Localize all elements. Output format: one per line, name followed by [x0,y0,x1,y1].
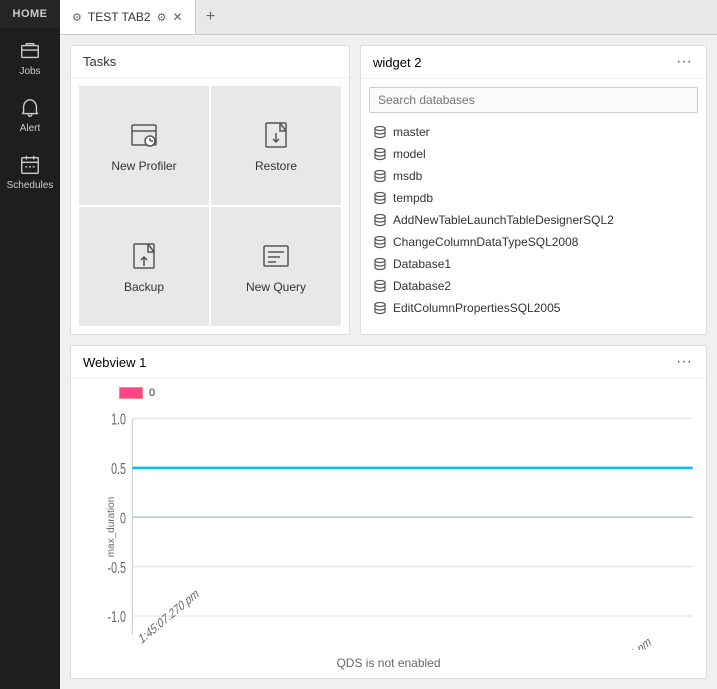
tab-close-button[interactable]: ✕ [172,10,182,24]
tasks-grid: New Profiler Restore [71,78,349,334]
webview-title: Webview 1 [83,355,146,370]
list-item[interactable]: AddNewTableLaunchTableDesignerSQL2 [365,209,702,231]
legend-label: 0 [149,387,155,399]
sidebar-item-jobs-label: Jobs [19,66,40,77]
webview-header-row: Webview 1 ··· [71,346,706,379]
chart-svg: 1.0 0.5 0 -0.5 -1.0 1:45:07.270 pm 1:45:… [79,403,698,650]
list-item[interactable]: master [365,121,702,143]
restore-icon [260,119,292,151]
sidebar-item-alert-label: Alert [20,123,41,134]
chart-container: 1.0 0.5 0 -0.5 -1.0 1:45:07.270 pm 1:45:… [79,403,698,650]
widget2-menu-button[interactable]: ··· [674,54,694,70]
svg-text:0.5: 0.5 [111,460,126,477]
db-name: EditColumnPropertiesSQL2005 [393,301,560,315]
database-icon [373,235,387,249]
task-new-query[interactable]: New Query [211,207,341,326]
task-new-query-label: New Query [246,280,306,294]
svg-text:1.0: 1.0 [111,411,126,428]
chart-area: 0 1.0 0.5 0 [71,379,706,650]
search-databases-input[interactable] [369,87,698,113]
list-item[interactable]: Database2 [365,275,702,297]
add-tab-button[interactable]: + [196,0,226,34]
db-name: master [393,125,430,139]
svg-text:-1.0: -1.0 [108,608,126,625]
database-list: master model msdb [361,121,706,334]
db-name: msdb [393,169,422,183]
db-name: Database2 [393,279,451,293]
sidebar-item-alert[interactable]: Alert [0,85,60,142]
top-row: Tasks New Profiler [70,45,707,335]
list-item[interactable]: model [365,143,702,165]
tasks-panel: Tasks New Profiler [70,45,350,335]
list-item[interactable]: ChangeColumnDataTypeSQL2008 [365,231,702,253]
database-icon [373,169,387,183]
db-name: tempdb [393,191,433,205]
tab-settings-icon: ⚙ [157,11,167,24]
alert-icon [19,97,41,119]
y-axis-label: max_duration [106,496,117,557]
tab-icon: ⚙ [72,11,82,24]
tab-label: TEST TAB2 [88,10,151,24]
sidebar: HOME Jobs Alert Schedules [0,0,60,689]
chart-legend: 0 [79,387,698,399]
list-item[interactable]: msdb [365,165,702,187]
task-restore[interactable]: Restore [211,86,341,205]
database-icon [373,279,387,293]
list-item[interactable]: tempdb [365,187,702,209]
database-icon [373,301,387,315]
sidebar-item-schedules-label: Schedules [7,180,54,191]
svg-text:-0.5: -0.5 [108,559,126,576]
home-button[interactable]: HOME [0,0,60,28]
database-icon [373,213,387,227]
db-name: AddNewTableLaunchTableDesignerSQL2 [393,213,614,227]
legend-color-box [119,387,143,399]
database-icon [373,125,387,139]
schedules-icon [19,154,41,176]
tabbar: ⚙ TEST TAB2 ⚙ ✕ + [60,0,717,35]
database-icon [373,147,387,161]
widget2-title: widget 2 [373,55,421,70]
webview-panel: Webview 1 ··· 0 [70,345,707,679]
widget2-panel: widget 2 ··· master mod [360,45,707,335]
task-backup[interactable]: Backup [79,207,209,326]
webview-menu-button[interactable]: ··· [674,354,694,370]
task-restore-label: Restore [255,159,297,173]
svg-text:0: 0 [120,509,126,526]
chart-footer: QDS is not enabled [71,650,706,678]
main-area: ⚙ TEST TAB2 ⚙ ✕ + Tasks [60,0,717,689]
list-item[interactable]: EditColumnPropertiesSQL2005 [365,297,702,319]
tab-test-tab2[interactable]: ⚙ TEST TAB2 ⚙ ✕ [60,0,196,34]
database-icon [373,257,387,271]
jobs-icon [19,40,41,62]
db-name: ChangeColumnDataTypeSQL2008 [393,235,578,249]
query-icon [260,240,292,272]
sidebar-item-schedules[interactable]: Schedules [0,142,60,199]
task-new-profiler[interactable]: New Profiler [79,86,209,205]
tasks-panel-header: Tasks [71,46,349,78]
task-new-profiler-label: New Profiler [111,159,176,173]
profiler-icon [128,119,160,151]
db-name: Database1 [393,257,451,271]
backup-icon [128,240,160,272]
task-backup-label: Backup [124,280,164,294]
database-icon [373,191,387,205]
sidebar-item-jobs[interactable]: Jobs [0,28,60,85]
list-item[interactable]: Database1 [365,253,702,275]
widget2-header-row: widget 2 ··· [361,46,706,79]
svg-text:1:45:07.271 pm: 1:45:07.271 pm [589,633,652,650]
content-area: Tasks New Profiler [60,35,717,689]
db-name: model [393,147,426,161]
